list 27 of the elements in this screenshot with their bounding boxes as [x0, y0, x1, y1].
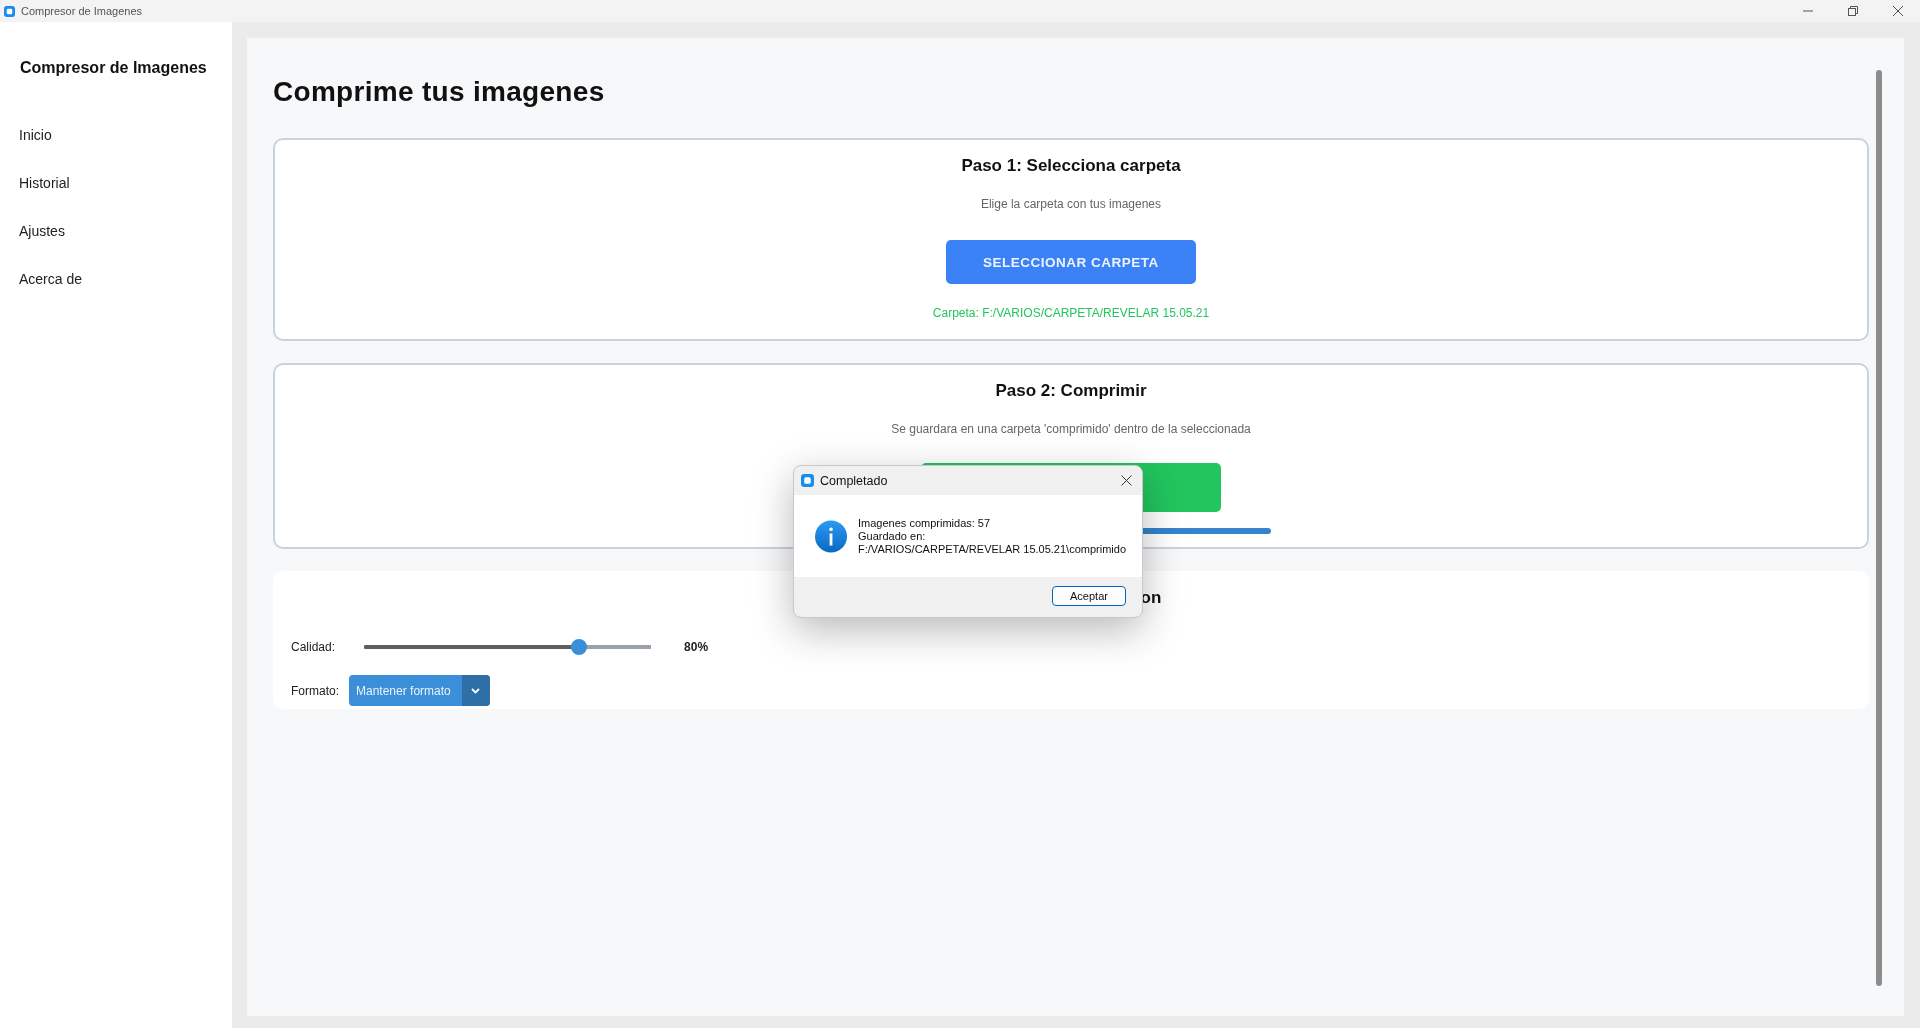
restore-icon[interactable]: [1847, 6, 1858, 16]
app-icon: [801, 474, 814, 487]
step-title: Paso 1: Selecciona carpeta: [961, 156, 1181, 176]
step-title: Paso 2: Comprimir: [995, 381, 1147, 401]
nav-item[interactable]: Ajustes: [0, 221, 84, 241]
quality-label: Calidad:: [291, 640, 336, 654]
dialog-message: Imagenes comprimidas: 57 Guardado en: F:/VARIOS/CARPETA/REVELAR 15.05.21\comprimido: [858, 517, 1126, 556]
page-heading: Comprime tus imagenes: [273, 76, 606, 108]
app-icon: [4, 5, 15, 17]
app-title: Compresor de Imagenes: [20, 58, 208, 78]
close-icon[interactable]: [1121, 475, 1132, 486]
nav-item[interactable]: Historial: [0, 173, 89, 193]
accept-button[interactable]: Aceptar: [1052, 586, 1126, 606]
folder-path: Carpeta: F:/VARIOS/CARPETA/REVELAR 15.05.21: [932, 306, 1210, 320]
close-icon[interactable]: [1892, 6, 1903, 16]
window-title: Compresor de Imagenes: [21, 5, 144, 17]
step-description: Se guardara en una carpeta 'comprimido' dentro de la seleccionada: [891, 422, 1251, 436]
info-icon: [815, 520, 848, 553]
quality-value: 80%: [684, 640, 709, 654]
dialog-title: Completado: [820, 473, 889, 488]
slider-thumb[interactable]: [571, 639, 588, 655]
chevron-down-icon: [471, 687, 481, 694]
nav-item[interactable]: Inicio: [0, 125, 71, 145]
scrollbar[interactable]: [1876, 70, 1882, 986]
format-label: Formato:: [291, 683, 339, 698]
step-description: Elige la carpeta con tus imagenes: [980, 197, 1162, 211]
nav-item[interactable]: Acerca de: [0, 269, 102, 289]
